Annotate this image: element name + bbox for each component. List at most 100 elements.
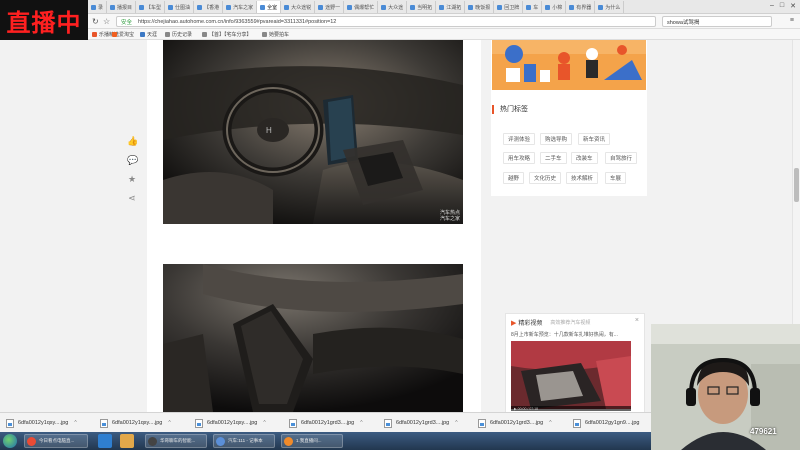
bookmark-item[interactable]: 【首】【宅车分享】 bbox=[202, 31, 252, 38]
window-controls: – □ ✕ bbox=[770, 2, 796, 10]
browser-tab[interactable]: 江湖拓 bbox=[436, 1, 466, 13]
browser-tab[interactable]: 大众途锐 bbox=[281, 1, 316, 13]
download-item[interactable]: 6dfa0012y1grd3....jpg ^ bbox=[289, 417, 363, 429]
tag-item[interactable]: 二手车 bbox=[540, 152, 567, 164]
tab-favicon-icon bbox=[91, 4, 96, 10]
download-item[interactable]: 6dfa0012y1qsy....jpg ^ bbox=[6, 417, 77, 429]
url-text: https://chejiahao.autohome.com.cn/info/9… bbox=[138, 18, 337, 25]
tab-favicon-icon bbox=[598, 4, 604, 10]
car-console-image bbox=[163, 264, 463, 412]
browser-tab[interactable]: 小棉 bbox=[542, 1, 567, 13]
app-icon[interactable] bbox=[98, 434, 112, 448]
browser-tab[interactable]: 当明拓 bbox=[407, 1, 437, 13]
tab-label: 仕图油 bbox=[175, 4, 191, 11]
tag-item[interactable]: 技术解析 bbox=[566, 172, 599, 184]
browser-tab[interactable]: 有界器 bbox=[566, 1, 596, 13]
browser-tab[interactable]: 播报目 bbox=[107, 1, 137, 13]
chevron-up-icon[interactable]: ^ bbox=[360, 420, 362, 426]
download-item[interactable]: 6dfa0012gy1gn9....jpg bbox=[573, 417, 639, 429]
tab-favicon-icon bbox=[439, 4, 445, 10]
download-item[interactable]: 6dfa0012y1qsy....jpg ^ bbox=[100, 417, 171, 429]
minimize-icon[interactable]: – bbox=[770, 2, 774, 10]
bookmark-star-icon[interactable]: ☆ bbox=[103, 17, 110, 26]
start-button[interactable] bbox=[3, 434, 17, 448]
bookmark-item[interactable]: 天涯 bbox=[140, 31, 157, 38]
scrollbar-thumb[interactable] bbox=[794, 168, 799, 202]
browser-tab[interactable]: 录 bbox=[88, 1, 108, 13]
image-file-icon bbox=[195, 418, 203, 428]
browser-tab[interactable]: 全室 bbox=[257, 1, 282, 13]
tag-item[interactable]: 自驾旅行 bbox=[605, 152, 638, 164]
image-file-icon bbox=[384, 418, 392, 428]
maximize-icon[interactable]: □ bbox=[780, 2, 784, 10]
browser-tab[interactable]: 仕图油 bbox=[165, 1, 195, 13]
tag-item[interactable]: 购选导购 bbox=[540, 133, 573, 145]
browser-tab[interactable]: 为什么 bbox=[595, 1, 625, 13]
tab-label: 小棉 bbox=[552, 4, 563, 11]
tag-item[interactable]: 车展 bbox=[605, 172, 627, 184]
browser-tab[interactable]: 回卫牌 bbox=[494, 1, 524, 13]
bookmark-item[interactable]: 爱淘宝 bbox=[112, 31, 134, 38]
tag-item[interactable]: 用车攻略 bbox=[503, 152, 536, 164]
chevron-up-icon[interactable]: ^ bbox=[549, 420, 551, 426]
chevron-up-icon[interactable]: ^ bbox=[74, 420, 76, 426]
bookmark-item[interactable]: 她要拍车 bbox=[262, 31, 289, 38]
search-field-text: showa试驾揭 bbox=[667, 19, 700, 26]
video-player[interactable] bbox=[511, 341, 631, 409]
taskbar-window-button[interactable]: 1.我直播间... bbox=[281, 434, 343, 448]
tab-label: 【香港 bbox=[204, 4, 220, 11]
browser-tab[interactable]: 偶爆帮忙 bbox=[344, 1, 379, 13]
chevron-up-icon[interactable]: ^ bbox=[263, 420, 265, 426]
right-sidebar: 热门标签 评测体验 购选导购 新车资讯 用车攻略 二手车 改装车 自驾旅行 越野… bbox=[491, 40, 647, 196]
video-progress-bar[interactable]: ▶ 00:00 / 07:18 bbox=[511, 406, 631, 411]
article-photo[interactable]: H 汽车热点 汽车之家 bbox=[163, 40, 463, 224]
tag-item[interactable]: 新车资讯 bbox=[578, 133, 611, 145]
tag-item[interactable]: 评测体验 bbox=[503, 133, 536, 145]
tab-favicon-icon bbox=[497, 4, 503, 10]
play-icon: ▶ bbox=[511, 319, 517, 327]
tag-item[interactable]: 文化历史 bbox=[529, 172, 562, 184]
taskbar-window-button[interactable]: 今日看点电脑直... bbox=[24, 434, 88, 448]
browser-tab[interactable]: 途野一 bbox=[315, 1, 345, 13]
live-badge-text: 直播中 bbox=[6, 8, 82, 37]
tag-item[interactable]: 改装车 bbox=[571, 152, 598, 164]
chevron-up-icon[interactable]: ^ bbox=[455, 420, 457, 426]
browser-tab[interactable]: 晚饭报 bbox=[465, 1, 495, 13]
download-item[interactable]: 6dfa0012y1qsy....jpg ^ bbox=[195, 417, 266, 429]
tab-favicon-icon bbox=[410, 4, 416, 10]
menu-icon[interactable]: ≡ bbox=[790, 17, 794, 24]
tab-favicon-icon bbox=[545, 4, 551, 10]
star-icon[interactable]: ★ bbox=[127, 175, 137, 185]
sidebar-banner-image[interactable] bbox=[492, 40, 646, 90]
photo-watermark: 汽车热点 汽车之家 bbox=[439, 210, 460, 222]
tab-favicon-icon bbox=[139, 4, 145, 10]
close-icon[interactable]: × bbox=[635, 317, 639, 324]
download-item[interactable]: 6dfa0012y1grd3....jpg ^ bbox=[384, 417, 458, 429]
car-interior-image: H bbox=[163, 40, 463, 224]
browser-tab[interactable]: 汽车之家 bbox=[223, 1, 258, 13]
browser-tab[interactable]: 【车型 bbox=[136, 1, 166, 13]
browser-tab[interactable]: 车 bbox=[523, 1, 543, 13]
download-item[interactable]: 6dfa0012y1grd3....jpg ^ bbox=[478, 417, 552, 429]
close-icon[interactable]: ✕ bbox=[790, 2, 796, 10]
comment-icon[interactable]: 💬 bbox=[127, 156, 138, 166]
thumbs-up-icon[interactable]: 👍 bbox=[127, 137, 138, 147]
share-icon[interactable]: ⋖ bbox=[127, 194, 137, 204]
browser-tab[interactable]: 大众途 bbox=[378, 1, 408, 13]
search-field[interactable]: showa试驾揭 bbox=[662, 16, 772, 27]
chevron-up-icon[interactable]: ^ bbox=[168, 420, 170, 426]
image-file-icon bbox=[289, 418, 297, 428]
streamer-video bbox=[651, 324, 800, 450]
taskbar-window-button[interactable]: 华哥聊车的智能... bbox=[145, 434, 207, 448]
taskbar-window-button[interactable]: 汽车:111 - 记事本 bbox=[213, 434, 275, 448]
tag-item[interactable]: 越野 bbox=[503, 172, 525, 184]
video-description[interactable]: 8月上市新车预览：十几款新车扎堆好热闹，有... bbox=[511, 331, 641, 338]
bookmark-item[interactable]: 历史记录 bbox=[165, 31, 192, 38]
article-photo[interactable] bbox=[163, 264, 463, 412]
tab-favicon-icon bbox=[226, 4, 232, 10]
reload-icon[interactable]: ↻ bbox=[92, 17, 99, 26]
browser-tab[interactable]: 【香港 bbox=[194, 1, 224, 13]
app-icon[interactable] bbox=[120, 434, 134, 448]
url-field[interactable]: 安全 https://chejiahao.autohome.com.cn/inf… bbox=[116, 16, 656, 27]
notepad-icon bbox=[216, 437, 225, 446]
